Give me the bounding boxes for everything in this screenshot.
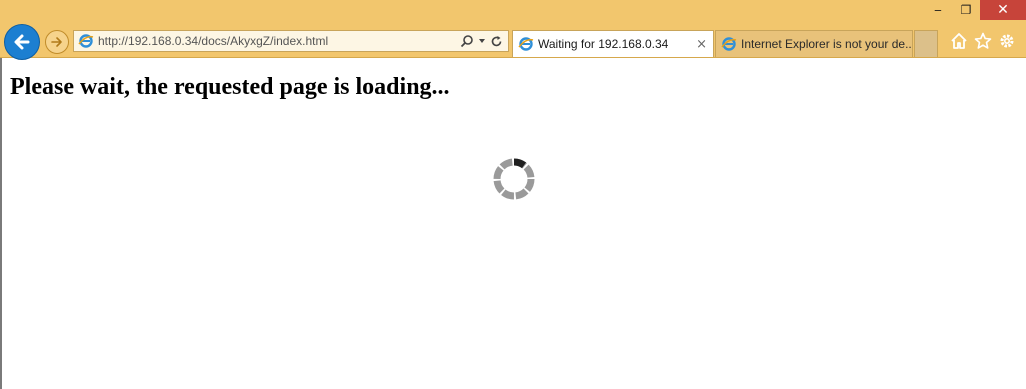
gear-icon <box>1000 34 1014 48</box>
window-border <box>0 58 2 389</box>
favorites-button[interactable] <box>974 32 992 50</box>
tab-label: Waiting for 192.168.0.34 <box>538 37 669 51</box>
chevron-down-icon[interactable] <box>478 37 486 45</box>
page-title: Please wait, the requested page is loadi… <box>10 74 450 100</box>
address-bar[interactable]: http://192.168.0.34/docs/AkyxgZ/index.ht… <box>73 30 509 52</box>
window-controls: ‒ ❐ ✕ <box>924 0 1026 22</box>
tab-label: Internet Explorer is not your de... <box>741 37 912 51</box>
tab-active[interactable]: Waiting for 192.168.0.34 × <box>512 30 714 57</box>
address-url[interactable]: http://192.168.0.34/docs/AkyxgZ/index.ht… <box>98 34 460 48</box>
new-tab-button[interactable] <box>914 30 938 57</box>
tab-close-button[interactable]: × <box>696 37 707 52</box>
search-icon[interactable] <box>460 34 474 48</box>
home-icon <box>951 33 967 49</box>
loading-spinner-icon <box>493 158 535 200</box>
ie-icon <box>518 37 534 51</box>
back-button[interactable] <box>4 24 40 60</box>
tools-button[interactable] <box>998 32 1016 50</box>
restore-button[interactable]: ❐ <box>952 0 980 20</box>
ie-icon <box>78 34 94 48</box>
browser-chrome: ‒ ❐ ✕ http://192.168.0.34/docs/AkyxgZ/in… <box>0 0 1026 60</box>
forward-button[interactable] <box>45 30 69 54</box>
close-window-button[interactable]: ✕ <box>980 0 1026 20</box>
home-button[interactable] <box>950 32 968 50</box>
star-icon <box>974 32 992 49</box>
ie-icon <box>721 37 737 51</box>
forward-arrow-icon <box>51 37 62 47</box>
toolbar-right <box>950 32 1016 50</box>
back-arrow-icon <box>14 34 30 50</box>
refresh-icon[interactable] <box>490 35 503 48</box>
address-tools <box>460 34 503 48</box>
tab-inactive[interactable]: Internet Explorer is not your de... <box>715 30 913 57</box>
minimize-button[interactable]: ‒ <box>924 0 952 20</box>
